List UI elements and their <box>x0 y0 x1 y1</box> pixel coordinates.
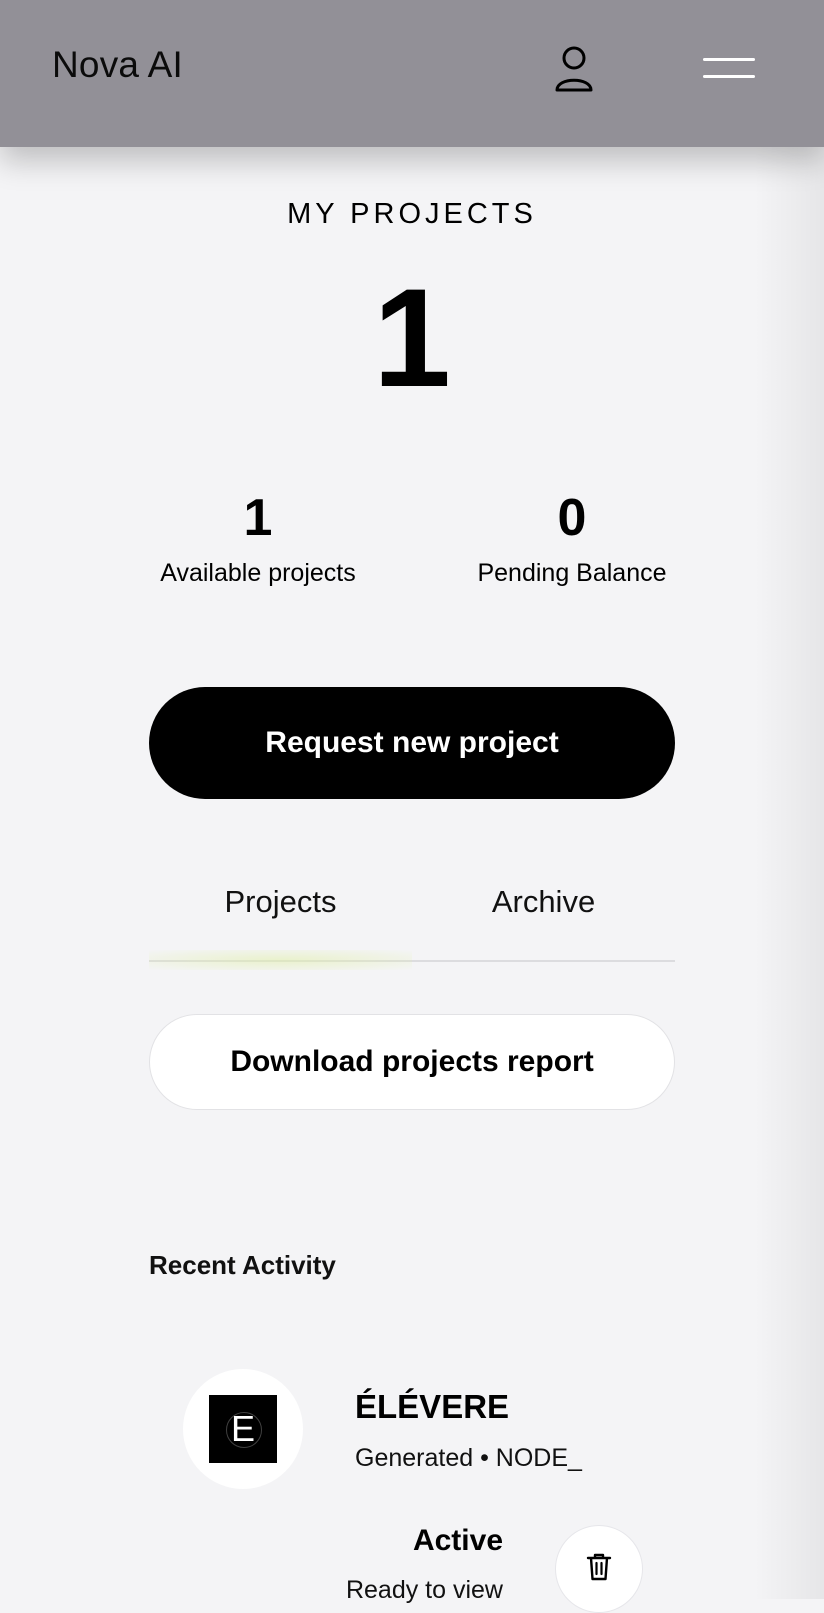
project-subtitle: Generated • NODE_ <box>355 1444 582 1472</box>
total-projects-count: 1 <box>373 259 451 416</box>
pending-balance-stat: 0 Pending Balance <box>442 489 702 588</box>
available-projects-value: 1 <box>243 489 273 547</box>
available-projects-label: Available projects <box>160 559 356 588</box>
trash-icon <box>586 1553 612 1581</box>
brand-logo[interactable]: Nova AI <box>52 44 183 86</box>
page-title: MY PROJECTS <box>287 198 537 230</box>
tab-archive[interactable]: Archive <box>412 884 675 920</box>
project-status: Active <box>412 1524 503 1557</box>
pending-balance-value: 0 <box>557 489 587 547</box>
active-tab-indicator <box>149 950 412 970</box>
recent-activity-heading: Recent Activity <box>149 1250 336 1280</box>
tab-projects[interactable]: Projects <box>149 884 412 920</box>
edge-shadow <box>754 0 824 1599</box>
request-new-project-button[interactable]: Request new project <box>149 687 675 799</box>
project-status-note: Ready to view <box>345 1576 503 1604</box>
project-name: ÉLÉVERE <box>355 1388 510 1425</box>
delete-project-button[interactable] <box>555 1525 643 1613</box>
available-projects-stat: 1 Available projects <box>128 489 388 588</box>
menu-line <box>703 58 755 61</box>
user-icon <box>555 46 593 92</box>
logo-ring <box>226 1412 262 1448</box>
user-profile-button[interactable] <box>554 45 594 93</box>
pending-balance-label: Pending Balance <box>477 559 667 588</box>
hamburger-menu-icon[interactable] <box>703 55 755 81</box>
project-logo: E <box>209 1395 277 1463</box>
download-report-button[interactable]: Download projects report <box>149 1014 675 1110</box>
project-avatar: E <box>183 1369 303 1489</box>
app-header: Nova AI <box>0 0 824 147</box>
menu-line <box>703 75 755 78</box>
